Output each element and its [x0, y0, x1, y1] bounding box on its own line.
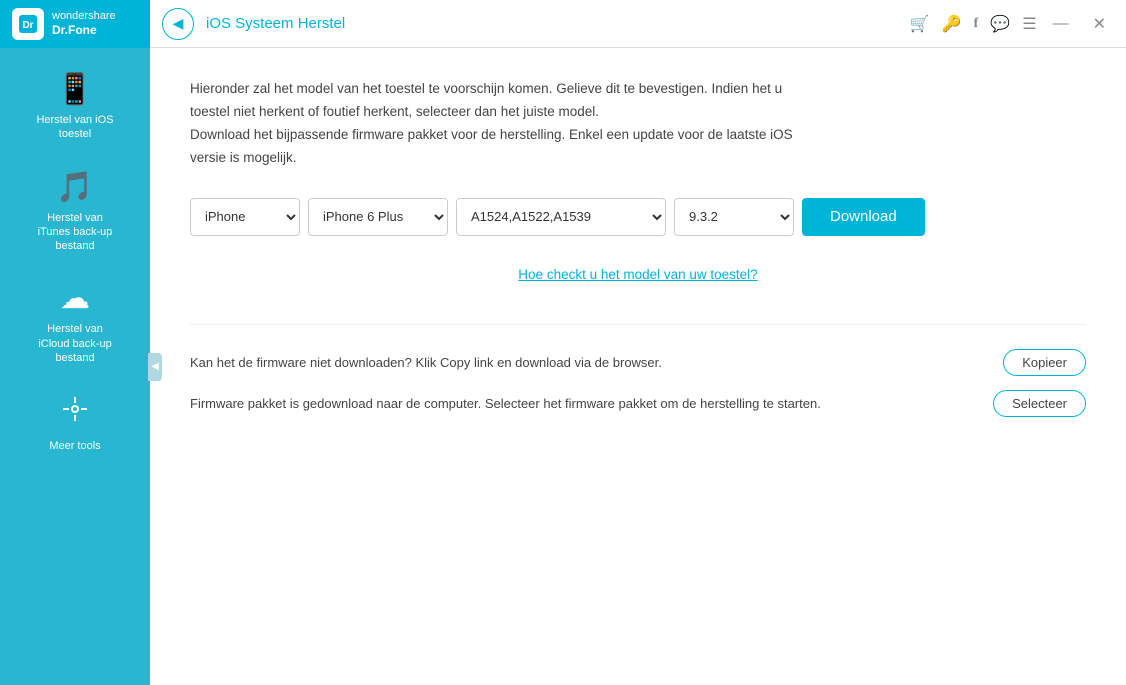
- logo-text: wondershare Dr.Fone: [52, 10, 116, 38]
- close-button[interactable]: ✕: [1085, 10, 1114, 38]
- sidebar-item-herstel-itunes[interactable]: 🎵 Herstel vaniTunes back-upbestand: [0, 156, 150, 268]
- sidebar-item-meer-tools[interactable]: Meer tools: [0, 379, 150, 467]
- selecteer-button[interactable]: Selecteer: [993, 390, 1086, 417]
- page-title: iOS Systeem Herstel: [206, 15, 910, 32]
- music-icon: 🎵: [56, 170, 93, 205]
- check-link-container: Hoe checkt u het model van uw toestel?: [190, 266, 1086, 284]
- desc-line2: toestel niet herkent of foutief herkent,…: [190, 101, 1086, 124]
- minimize-button[interactable]: —: [1045, 10, 1077, 38]
- sidebar-item-herstel-icloud[interactable]: ☁ Herstel vaniCloud back-upbestand: [0, 267, 150, 379]
- menu-icon[interactable]: ☰: [1022, 14, 1036, 34]
- description-box: Hieronder zal het model van het toestel …: [190, 78, 1086, 170]
- copy-firmware-row: Kan het de firmware niet downloaden? Kli…: [190, 349, 1086, 376]
- check-model-link[interactable]: Hoe checkt u het model van uw toestel?: [518, 267, 757, 282]
- download-button[interactable]: Download: [802, 198, 925, 236]
- device-select[interactable]: iPhone iPad iPod: [190, 198, 300, 236]
- variant-select[interactable]: A1524,A1522,A1539 A1524,A1522 A1539: [456, 198, 666, 236]
- title-bar: Dr wondershare Dr.Fone ◀ iOS Systeem Her…: [0, 0, 1126, 48]
- back-button[interactable]: ◀: [162, 8, 194, 40]
- app-layout: 📱 Herstel van iOStoestel 🎵 Herstel vaniT…: [0, 48, 1126, 685]
- sidebar-item-meer-tools-label: Meer tools: [49, 439, 100, 453]
- sidebar-item-herstel-icloud-label: Herstel vaniCloud back-upbestand: [38, 322, 111, 365]
- window-controls: — ✕: [1045, 10, 1114, 38]
- bottom-section: Kan het de firmware niet downloaden? Kli…: [190, 324, 1086, 417]
- sidebar-item-herstel-ios-label: Herstel van iOStoestel: [36, 113, 113, 142]
- phone-icon: 📱: [56, 72, 93, 107]
- cart-icon[interactable]: 🛒: [910, 14, 930, 34]
- selectors-row: iPhone iPad iPod iPhone 6 Plus iPhone 6 …: [190, 198, 1086, 236]
- key-icon[interactable]: 🔑: [942, 14, 962, 34]
- copy-firmware-text: Kan het de firmware niet downloaden? Kli…: [190, 355, 1003, 370]
- logo-icon: Dr: [12, 8, 44, 40]
- cloud-icon: ☁: [60, 281, 90, 316]
- facebook-icon[interactable]: f: [974, 16, 979, 32]
- kopieer-button[interactable]: Kopieer: [1003, 349, 1086, 376]
- toolbar-icons: 🛒 🔑 f 💬 ☰: [910, 14, 1037, 34]
- logo: Dr wondershare Dr.Fone: [0, 0, 150, 48]
- desc-line1: Hieronder zal het model van het toestel …: [190, 78, 1086, 101]
- sidebar: 📱 Herstel van iOStoestel 🎵 Herstel vaniT…: [0, 48, 150, 685]
- select-firmware-text: Firmware pakket is gedownload naar de co…: [190, 396, 993, 411]
- version-select[interactable]: 9.3.2 9.3.1 9.3 9.2.1: [674, 198, 794, 236]
- desc-line4: versie is mogelijk.: [190, 147, 1086, 170]
- main-content: Hieronder zal het model van het toestel …: [150, 48, 1126, 685]
- select-firmware-row: Firmware pakket is gedownload naar de co…: [190, 390, 1086, 417]
- tools-icon: [59, 393, 91, 433]
- svg-text:Dr: Dr: [22, 20, 33, 31]
- chat-icon[interactable]: 💬: [990, 14, 1010, 34]
- model-select[interactable]: iPhone 6 Plus iPhone 6 iPhone 6s iPhone …: [308, 198, 448, 236]
- sidebar-item-herstel-ios[interactable]: 📱 Herstel van iOStoestel: [0, 58, 150, 156]
- sidebar-item-herstel-itunes-label: Herstel vaniTunes back-upbestand: [38, 211, 113, 254]
- desc-line3: Download het bijpassende firmware pakket…: [190, 124, 1086, 147]
- sidebar-collapse-btn[interactable]: ◀: [148, 353, 162, 381]
